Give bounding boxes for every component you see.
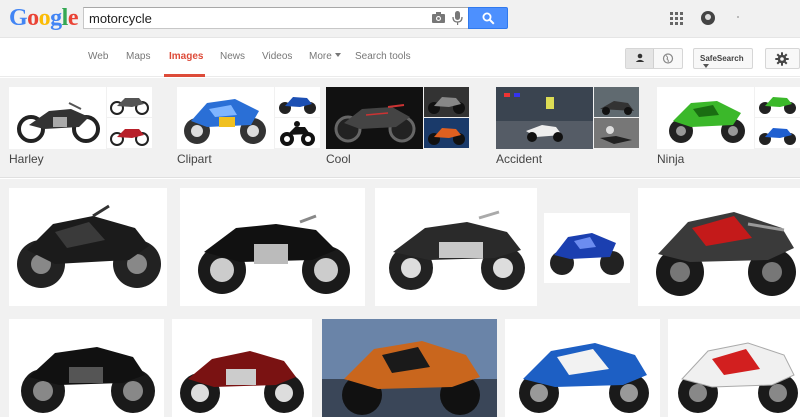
tab-maps[interactable]: Maps (126, 51, 150, 62)
chevron-down-icon (334, 53, 341, 57)
related-search-label: Ninja (657, 152, 685, 166)
gear-icon (775, 52, 789, 66)
image-result[interactable] (668, 319, 800, 417)
related-searches: Harley Clipart Cool Accident Ninja (0, 78, 800, 178)
thumbnail-image (9, 87, 106, 149)
safesearch-dropdown[interactable]: SafeSearch (693, 48, 753, 69)
thumbnail-image (177, 87, 274, 149)
microphone-icon[interactable] (452, 11, 463, 25)
image-result[interactable] (9, 188, 167, 306)
google-logo[interactable]: Google (9, 5, 79, 32)
image-result[interactable] (322, 319, 497, 417)
logo-letter: g (50, 5, 62, 31)
related-search-label: Harley (9, 152, 44, 166)
chevron-down-icon (703, 64, 709, 68)
apps-grid-icon[interactable] (670, 12, 683, 25)
search-button[interactable] (468, 7, 508, 29)
related-search-label: Clipart (177, 152, 212, 166)
thumbnail-image (275, 87, 320, 117)
thumbnail-image (107, 87, 152, 117)
search-box (83, 7, 469, 29)
personal-results-button[interactable] (626, 49, 654, 68)
settings-button[interactable] (765, 48, 800, 69)
global-results-button[interactable] (655, 49, 683, 68)
thumbnail-image (424, 87, 469, 117)
thumbnail-image (326, 87, 423, 149)
tab-videos[interactable]: Videos (262, 51, 292, 62)
logo-letter: o (27, 5, 39, 31)
thumbnail-image (594, 87, 639, 117)
account-icon[interactable] (701, 11, 715, 25)
tab-web[interactable]: Web (88, 51, 108, 62)
logo-letter: o (38, 5, 51, 31)
personal-results-toggle (625, 48, 683, 69)
thumbnail-image (275, 118, 320, 148)
search-icon (482, 12, 495, 25)
image-result[interactable] (375, 188, 537, 306)
person-icon (635, 53, 645, 62)
safesearch-label: SafeSearch (700, 54, 744, 63)
tab-more[interactable]: More (309, 51, 341, 62)
thumbnail-image (594, 118, 639, 148)
logo-letter: G (9, 5, 28, 31)
image-results-grid (0, 179, 800, 417)
thumbnail-image (755, 87, 800, 117)
image-result[interactable] (638, 188, 800, 306)
image-result[interactable] (544, 213, 630, 283)
logo-letter: e (67, 5, 79, 31)
tab-images[interactable]: Images (169, 51, 203, 62)
image-result[interactable] (180, 188, 365, 306)
related-search-label: Cool (326, 152, 351, 166)
top-bar: Google (0, 0, 800, 38)
image-result[interactable] (505, 319, 660, 417)
thumbnail-image (107, 118, 152, 148)
tab-more-label: More (309, 51, 332, 62)
camera-icon[interactable] (432, 12, 445, 23)
search-input[interactable] (84, 8, 424, 28)
thumbnail-image (755, 118, 800, 148)
search-nav: Web Maps Images News Videos More Search … (0, 38, 800, 77)
thumbnail-image (496, 87, 593, 149)
tab-search-tools[interactable]: Search tools (355, 51, 411, 62)
thumbnail-image (657, 87, 754, 149)
image-result[interactable] (9, 319, 164, 417)
account-indicator (737, 16, 739, 18)
tab-news[interactable]: News (220, 51, 245, 62)
related-search-label: Accident (496, 152, 543, 166)
thumbnail-image (424, 118, 469, 148)
globe-icon (662, 53, 674, 64)
active-tab-indicator (164, 74, 205, 77)
image-result[interactable] (172, 319, 312, 417)
